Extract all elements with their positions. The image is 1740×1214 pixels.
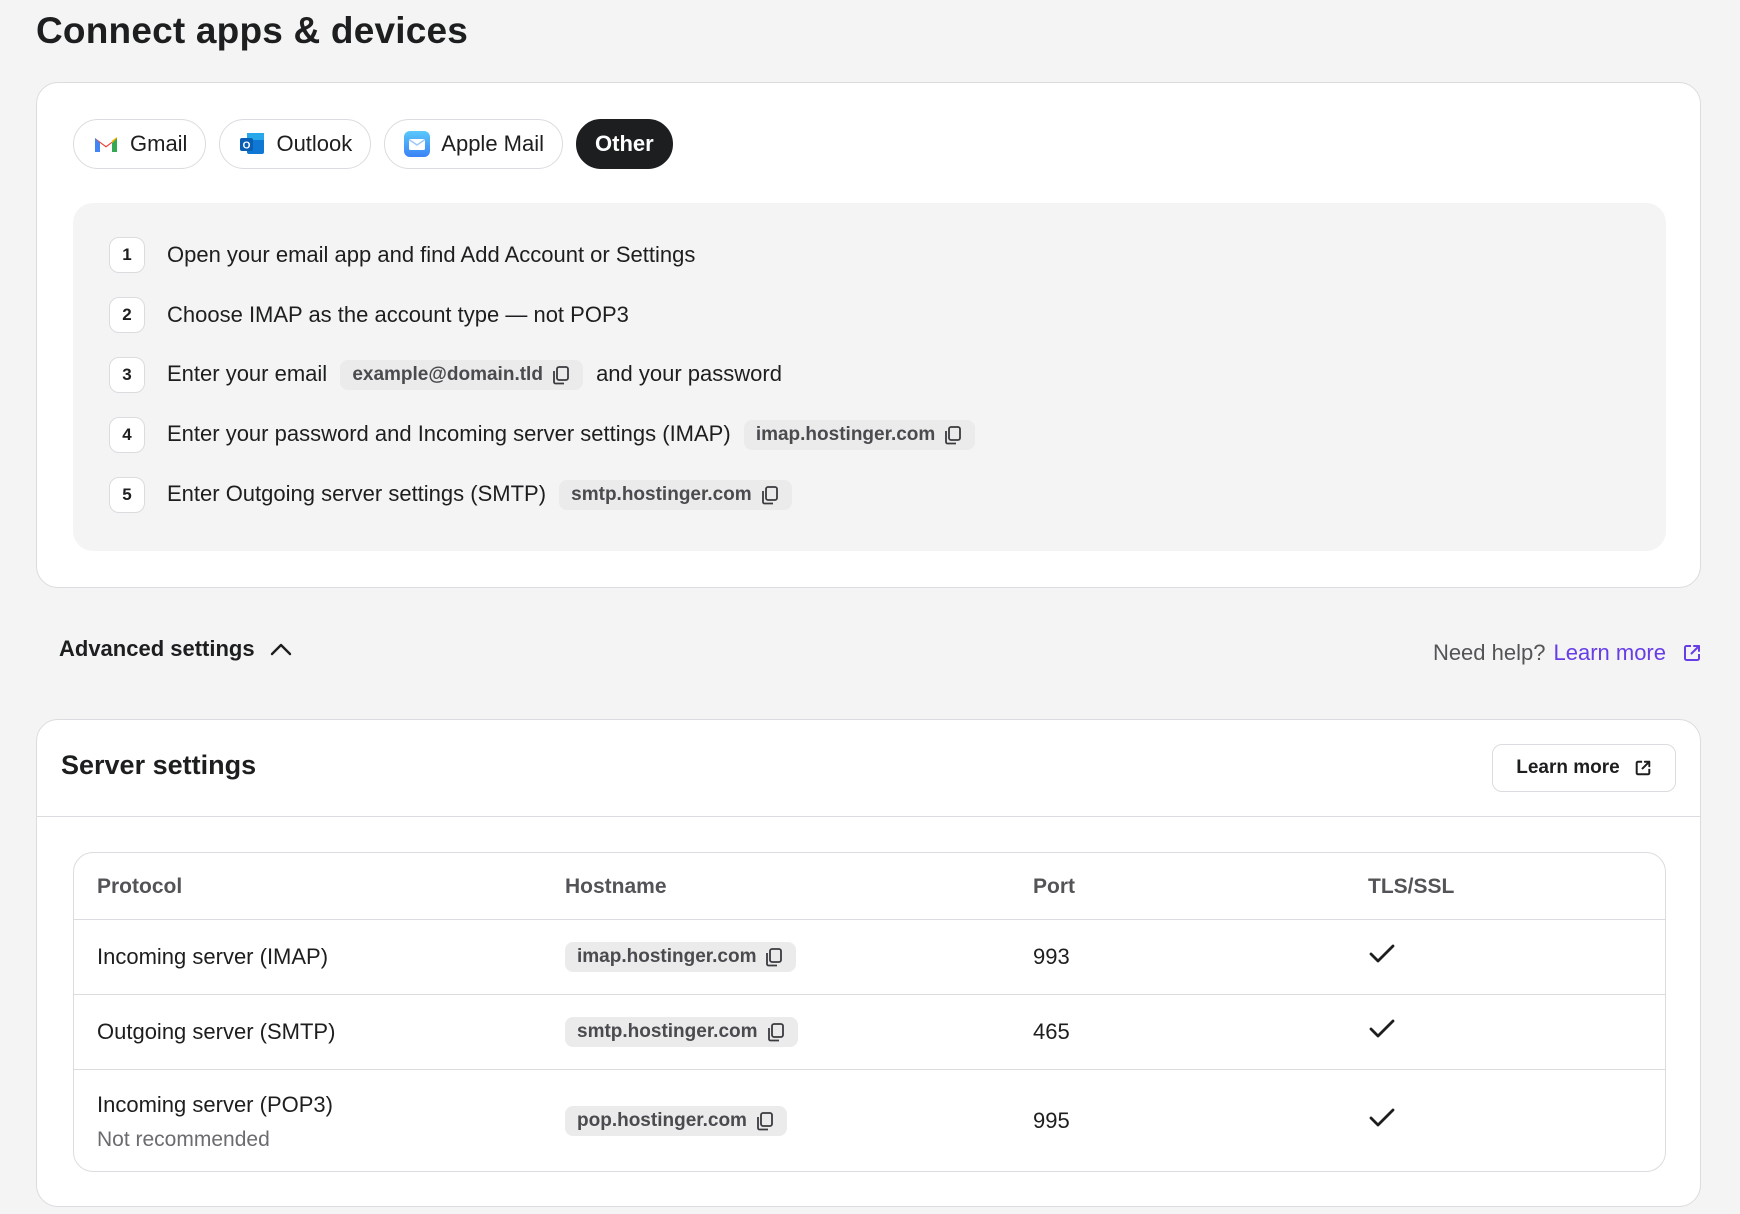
tab-apple-mail-label: Apple Mail bbox=[441, 131, 544, 156]
help-row: Need help? Learn more bbox=[1433, 640, 1702, 666]
copy-icon bbox=[945, 426, 962, 445]
check-icon bbox=[1368, 942, 1396, 972]
hostname-value: pop.hostinger.com bbox=[577, 1110, 747, 1131]
copy-icon bbox=[761, 486, 778, 505]
email-value: example@domain.tld bbox=[352, 364, 543, 385]
page-title: Connect apps & devices bbox=[36, 10, 469, 51]
step-text-before: Enter Outgoing server settings (SMTP) bbox=[167, 480, 547, 506]
step-text-before: Enter your password and Incoming server … bbox=[167, 420, 731, 446]
step-4: 4 Enter your password and Incoming serve… bbox=[109, 417, 982, 453]
tab-other-label: Other bbox=[595, 131, 654, 156]
tab-gmail-label: Gmail bbox=[130, 131, 188, 156]
step-3: 3 Enter your email example@domain.tld an… bbox=[109, 357, 782, 393]
hostname-copy-chip[interactable]: smtp.hostinger.com bbox=[565, 1017, 798, 1047]
external-link-icon[interactable] bbox=[1682, 643, 1702, 663]
step-text: Enter your password and Incoming server … bbox=[167, 420, 982, 450]
hostname-copy-chip[interactable]: imap.hostinger.com bbox=[565, 942, 797, 972]
protocol-cell: Incoming server (POP3) Not recommended bbox=[97, 1092, 333, 1152]
step-text: Open your email app and find Add Account… bbox=[167, 242, 696, 267]
step-text: Enter Outgoing server settings (SMTP) sm… bbox=[167, 480, 799, 510]
protocol-cell: Outgoing server (SMTP) bbox=[97, 1019, 336, 1044]
server-settings-card: Server settings Learn more Protocol Host… bbox=[36, 719, 1701, 1207]
setup-steps: 1 Open your email app and find Add Accou… bbox=[73, 203, 1666, 551]
advanced-settings-label: Advanced settings bbox=[59, 636, 255, 661]
hostname-cell: pop.hostinger.com bbox=[565, 1106, 787, 1136]
port-cell: 995 bbox=[1033, 1108, 1070, 1133]
server-settings-table: Protocol Hostname Port TLS/SSL Incoming … bbox=[73, 852, 1666, 1172]
smtp-host-value: smtp.hostinger.com bbox=[571, 484, 752, 505]
copy-icon bbox=[767, 1023, 784, 1042]
server-settings-title: Server settings bbox=[61, 750, 257, 780]
check-icon bbox=[1368, 1106, 1396, 1136]
protocol-name: Incoming server (POP3) bbox=[97, 1092, 333, 1117]
copy-icon bbox=[553, 366, 569, 385]
learn-more-button[interactable]: Learn more bbox=[1492, 744, 1676, 792]
imap-copy-chip[interactable]: imap.hostinger.com bbox=[743, 420, 976, 450]
column-protocol: Protocol bbox=[97, 875, 183, 898]
table-row: Incoming server (POP3) Not recommended p… bbox=[74, 1070, 1665, 1171]
apple-mail-icon bbox=[403, 130, 431, 158]
column-tls-ssl: TLS/SSL bbox=[1368, 875, 1455, 898]
step-number: 4 bbox=[109, 417, 145, 453]
server-settings-header: Server settings Learn more bbox=[37, 720, 1700, 817]
not-recommended-note: Not recommended bbox=[97, 1128, 270, 1151]
tab-outlook-label: Outlook bbox=[276, 131, 353, 156]
tab-apple-mail[interactable]: Apple Mail bbox=[384, 119, 563, 169]
step-text-after: and your password bbox=[596, 360, 782, 386]
table-row: Incoming server (IMAP) imap.hostinger.co… bbox=[74, 920, 1665, 995]
column-hostname: Hostname bbox=[565, 875, 667, 898]
imap-host-value: imap.hostinger.com bbox=[755, 424, 936, 445]
client-tabs: Gmail O Outlook Apple Mail Other bbox=[73, 119, 673, 169]
tab-other[interactable]: Other bbox=[576, 119, 673, 169]
help-learn-more-link[interactable]: Learn more bbox=[1553, 640, 1666, 666]
help-prefix: Need help? bbox=[1432, 640, 1546, 665]
table-row: Outgoing server (SMTP) smtp.hostinger.co… bbox=[74, 995, 1665, 1070]
hostname-value: smtp.hostinger.com bbox=[577, 1021, 758, 1042]
tab-outlook[interactable]: O Outlook bbox=[219, 119, 372, 169]
external-link-icon bbox=[1635, 760, 1651, 776]
learn-more-label: Learn more bbox=[1516, 757, 1620, 778]
step-5: 5 Enter Outgoing server settings (SMTP) … bbox=[109, 477, 799, 513]
step-2: 2 Choose IMAP as the account type — not … bbox=[109, 297, 629, 333]
hostname-copy-chip[interactable]: pop.hostinger.com bbox=[565, 1106, 787, 1136]
step-number: 2 bbox=[109, 297, 145, 333]
connect-card: Gmail O Outlook Apple Mail Other 1 Open … bbox=[36, 82, 1701, 588]
check-icon bbox=[1368, 1017, 1396, 1047]
step-1: 1 Open your email app and find Add Accou… bbox=[109, 237, 695, 273]
smtp-copy-chip[interactable]: smtp.hostinger.com bbox=[559, 480, 792, 510]
step-number: 3 bbox=[109, 357, 145, 393]
copy-icon bbox=[757, 1112, 773, 1131]
hostname-cell: smtp.hostinger.com bbox=[565, 1017, 798, 1047]
step-text: Choose IMAP as the account type — not PO… bbox=[167, 302, 629, 327]
port-cell: 993 bbox=[1033, 944, 1070, 969]
protocol-cell: Incoming server (IMAP) bbox=[97, 944, 329, 969]
hostname-cell: imap.hostinger.com bbox=[565, 942, 797, 972]
column-port: Port bbox=[1033, 875, 1075, 898]
svg-text:O: O bbox=[243, 141, 251, 152]
outlook-icon: O bbox=[238, 130, 266, 158]
chevron-up-icon bbox=[270, 643, 291, 656]
step-text: Enter your email example@domain.tld and … bbox=[167, 360, 782, 390]
port-cell: 465 bbox=[1033, 1019, 1070, 1044]
hostname-value: imap.hostinger.com bbox=[577, 946, 757, 967]
step-number: 5 bbox=[109, 477, 145, 513]
gmail-icon bbox=[92, 130, 120, 158]
email-copy-chip[interactable]: example@domain.tld bbox=[340, 360, 583, 390]
tab-gmail[interactable]: Gmail bbox=[73, 119, 207, 169]
step-text-before: Enter your email bbox=[167, 360, 328, 386]
step-number: 1 bbox=[109, 237, 145, 273]
copy-icon bbox=[766, 948, 783, 967]
table-header: Protocol Hostname Port TLS/SSL bbox=[74, 853, 1665, 920]
advanced-settings-toggle[interactable]: Advanced settings bbox=[59, 636, 293, 662]
